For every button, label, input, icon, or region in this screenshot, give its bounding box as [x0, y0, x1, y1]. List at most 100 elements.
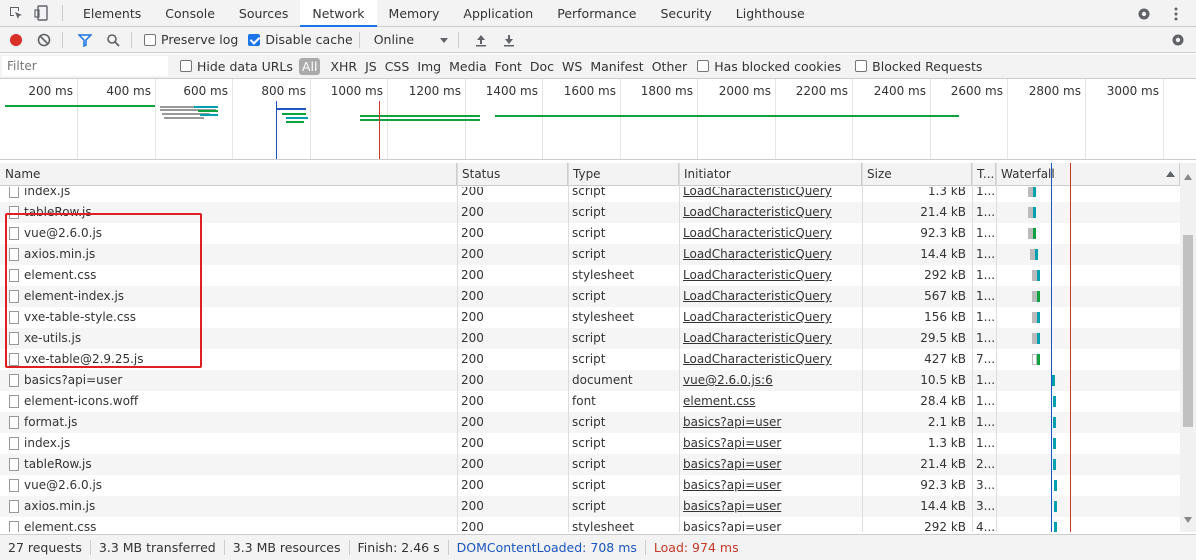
cell-initiator[interactable]: LoadCharacteristicQuery	[683, 307, 858, 328]
hide-data-urls-box[interactable]	[180, 60, 192, 72]
overview-tick-label: 1400 ms	[485, 84, 538, 98]
table-row[interactable]: format.js 200 script basics?api=user 2.1 kB 1…	[0, 412, 1180, 433]
overview-tick-label: 400 ms	[106, 84, 151, 98]
overview-request-bar	[286, 117, 308, 119]
column-status[interactable]: Status	[457, 163, 568, 186]
blocked-requests-checkbox[interactable]: Blocked Requests	[855, 59, 982, 74]
cell-initiator[interactable]: basics?api=user	[683, 454, 858, 475]
cell-initiator[interactable]: LoadCharacteristicQuery	[683, 349, 858, 370]
cell-initiator[interactable]: LoadCharacteristicQuery	[683, 286, 858, 307]
column-waterfall[interactable]: Waterfall	[996, 163, 1180, 186]
disable-cache-checkbox[interactable]: Disable cache	[248, 32, 353, 47]
throttle-select[interactable]: Online	[374, 32, 448, 47]
table-row[interactable]: tableRow.js 200 script basics?api=user 21.4 …	[0, 454, 1180, 475]
filter-type-css[interactable]: CSS	[381, 59, 414, 74]
cell-initiator[interactable]: LoadCharacteristicQuery	[683, 202, 858, 223]
preserve-log-checkbox[interactable]: Preserve log	[144, 32, 238, 47]
hide-data-urls-checkbox[interactable]: Hide data URLs	[180, 59, 293, 74]
overview-gridline	[930, 79, 931, 159]
has-blocked-cookies-checkbox[interactable]: Has blocked cookies	[697, 59, 841, 74]
tab-sources[interactable]: Sources	[227, 0, 300, 27]
filter-type-all[interactable]: All	[298, 57, 321, 75]
cell-initiator[interactable]: LoadCharacteristicQuery	[683, 328, 858, 349]
filter-type-ws[interactable]: WS	[558, 59, 586, 74]
filter-type-js[interactable]: JS	[361, 59, 381, 74]
filter-type-other[interactable]: Other	[648, 59, 692, 74]
tab-network[interactable]: Network	[300, 0, 377, 27]
tab-console[interactable]: Console	[153, 0, 227, 27]
clear-icon[interactable]	[32, 28, 56, 52]
tab-security[interactable]: Security	[648, 0, 723, 27]
tab-lighthouse[interactable]: Lighthouse	[724, 0, 817, 27]
device-toolbar-icon[interactable]	[32, 3, 52, 23]
table-row[interactable]: axios.min.js 200 script basics?api=user 14.4…	[0, 496, 1180, 517]
has-blocked-cookies-box[interactable]	[697, 60, 710, 72]
cell-name: index.js	[24, 187, 71, 198]
tab-application[interactable]: Application	[451, 0, 545, 27]
timeline-overview[interactable]: 200 ms 400 ms 600 ms 800 ms 1000 ms 1200 ms 14…	[0, 79, 1196, 160]
overview-tick-label: 600 ms	[183, 84, 228, 98]
export-har-icon[interactable]	[497, 28, 521, 52]
cell-initiator[interactable]: basics?api=user	[683, 475, 858, 496]
record-button[interactable]	[4, 28, 28, 52]
scroll-up-arrow-icon[interactable]	[1184, 169, 1192, 183]
overview-load-line	[379, 101, 380, 159]
cell-initiator[interactable]: element.css	[683, 391, 858, 412]
cell-status: 200	[461, 331, 484, 345]
tab-performance[interactable]: Performance	[545, 0, 648, 27]
scroll-down-arrow-icon[interactable]	[1184, 512, 1192, 526]
table-row[interactable]: index.js 200 script LoadCharacteristicQuery…	[0, 187, 1180, 202]
more-options-icon[interactable]	[1166, 4, 1186, 24]
cell-size: 427 kB	[924, 352, 966, 366]
import-har-icon[interactable]	[469, 28, 493, 52]
filter-funnel-icon[interactable]	[73, 28, 97, 52]
table-row[interactable]: index.js 200 script basics?api=user 1.3 kB 1.…	[0, 433, 1180, 454]
column-divider	[972, 163, 973, 532]
cell-initiator[interactable]: LoadCharacteristicQuery	[683, 223, 858, 244]
tab-elements[interactable]: Elements	[71, 0, 153, 27]
cell-type: font	[572, 394, 596, 408]
column-size[interactable]: Size	[862, 163, 972, 186]
waterfall-download-bar	[1053, 396, 1056, 407]
filter-type-font[interactable]: Font	[491, 59, 526, 74]
table-row[interactable]: basics?api=user 200 document vue@2.6.0.js:6…	[0, 370, 1180, 391]
file-icon	[9, 395, 19, 408]
cell-initiator[interactable]: LoadCharacteristicQuery	[683, 187, 858, 202]
cell-initiator[interactable]: LoadCharacteristicQuery	[683, 244, 858, 265]
settings-gear-icon[interactable]	[1134, 4, 1154, 24]
scrollbar-thumb[interactable]	[1183, 235, 1193, 427]
column-time[interactable]: T...	[972, 163, 996, 186]
cell-size: 156 kB	[924, 310, 966, 324]
column-name[interactable]: Name	[0, 163, 457, 186]
blocked-requests-box[interactable]	[855, 60, 868, 72]
cell-size: 14.4 kB	[920, 247, 966, 261]
cell-initiator[interactable]: LoadCharacteristicQuery	[683, 265, 858, 286]
file-icon	[9, 416, 19, 429]
cell-initiator[interactable]: basics?api=user	[683, 496, 858, 517]
filter-type-media[interactable]: Media	[445, 59, 491, 74]
filter-type-xhr[interactable]: XHR	[326, 59, 361, 74]
search-icon[interactable]	[101, 28, 125, 52]
cell-initiator[interactable]: basics?api=user	[683, 412, 858, 433]
filter-type-doc[interactable]: Doc	[526, 59, 558, 74]
cell-size: 292 kB	[924, 268, 966, 282]
filter-type-img[interactable]: Img	[413, 59, 445, 74]
table-row[interactable]: element-icons.woff 200 font element.css 28.4…	[0, 391, 1180, 412]
column-initiator[interactable]: Initiator	[679, 163, 862, 186]
tab-memory[interactable]: Memory	[377, 0, 452, 27]
column-divider	[996, 163, 997, 532]
column-divider	[457, 163, 458, 532]
preserve-log-box[interactable]	[144, 33, 156, 46]
filter-type-manifest[interactable]: Manifest	[586, 59, 647, 74]
disable-cache-box[interactable]	[248, 33, 261, 46]
inspect-element-icon[interactable]	[6, 3, 26, 23]
table-row[interactable]: element.css 200 stylesheet basics?api=user 2…	[0, 517, 1180, 532]
filter-input[interactable]	[2, 56, 168, 76]
table-scrollbar[interactable]	[1180, 163, 1196, 532]
cell-initiator[interactable]: vue@2.6.0.js:6	[683, 370, 858, 391]
table-row[interactable]: vue@2.6.0.js 200 script basics?api=user 92.3…	[0, 475, 1180, 496]
cell-initiator[interactable]: basics?api=user	[683, 517, 858, 532]
network-settings-gear-icon[interactable]	[1166, 28, 1190, 52]
column-type[interactable]: Type	[568, 163, 679, 186]
cell-initiator[interactable]: basics?api=user	[683, 433, 858, 454]
